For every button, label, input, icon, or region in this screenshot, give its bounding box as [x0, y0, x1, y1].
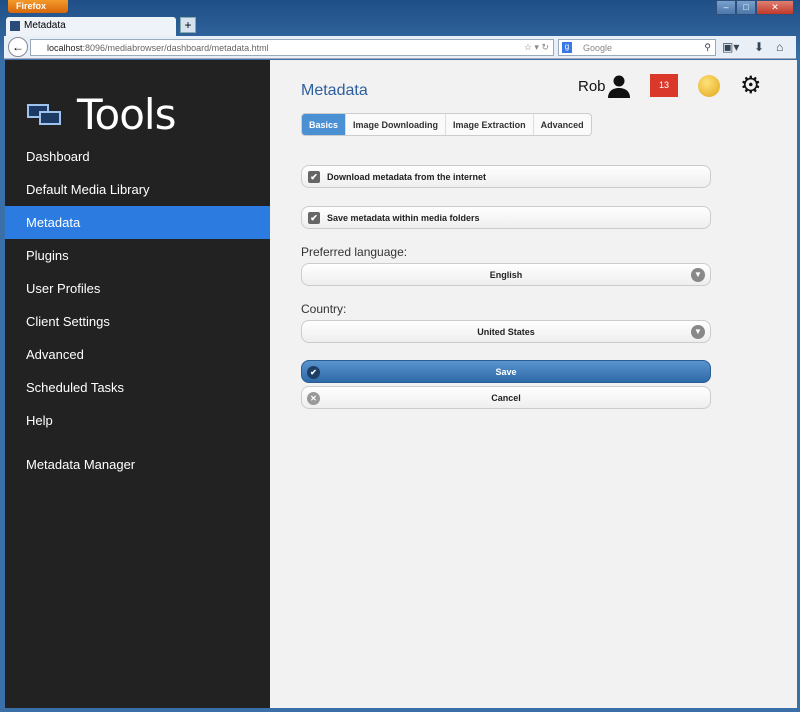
- save-label: Save: [495, 367, 517, 377]
- language-value: English: [489, 270, 523, 280]
- user-name[interactable]: Rob: [578, 78, 606, 95]
- close-button[interactable]: ✕: [756, 0, 794, 15]
- save-button[interactable]: ✔ Save: [301, 360, 711, 383]
- language-label: Preferred language:: [301, 245, 408, 259]
- bookmark-star-icon[interactable]: ☆ ▾ ↻: [524, 42, 549, 53]
- new-tab-button[interactable]: +: [180, 17, 196, 33]
- page: Tools Dashboard Default Media Library Me…: [5, 60, 797, 708]
- tab-basics[interactable]: Basics: [302, 114, 346, 135]
- tab-favicon-icon: [10, 21, 20, 31]
- gear-icon[interactable]: ⚙: [740, 74, 762, 98]
- country-select[interactable]: United States ▼: [301, 320, 711, 343]
- save-metadata-checkbox[interactable]: ✔ Save metadata within media folders: [301, 206, 711, 229]
- sidebar-logo: Tools: [27, 90, 176, 139]
- tab-advanced[interactable]: Advanced: [532, 114, 591, 135]
- navigation-bar: ← localhost:8096/mediabrowser/dashboard/…: [4, 36, 796, 59]
- chevron-down-icon: ▼: [691, 325, 705, 339]
- sidebar-item-default-media-library[interactable]: Default Media Library: [5, 173, 270, 206]
- tab-image-extraction[interactable]: Image Extraction: [445, 114, 533, 135]
- country-value: United States: [477, 327, 535, 337]
- url-host: localhost: [47, 43, 83, 53]
- url-path: :8096/mediabrowser/dashboard/metadata.ht…: [82, 43, 269, 53]
- search-icon[interactable]: ⚲: [704, 42, 711, 53]
- download-icon[interactable]: ⬇: [754, 40, 764, 54]
- sidebar: Tools Dashboard Default Media Library Me…: [5, 60, 270, 708]
- main-content: Metadata Rob 13 ⚙ Basics Image Downloadi…: [270, 60, 797, 708]
- tab-bar: Basics Image Downloading Image Extractio…: [301, 113, 592, 136]
- devices-icon: [27, 103, 61, 126]
- google-icon: g: [562, 42, 572, 53]
- browser-tab[interactable]: Metadata: [6, 17, 176, 36]
- back-button[interactable]: ←: [8, 37, 28, 57]
- tab-title: Metadata: [24, 20, 66, 31]
- minimize-button[interactable]: –: [716, 0, 736, 15]
- sidebar-item-metadata-manager[interactable]: Metadata Manager: [5, 448, 270, 481]
- page-title: Metadata: [301, 82, 368, 99]
- checkmark-icon: ✔: [308, 171, 320, 183]
- sidebar-item-dashboard[interactable]: Dashboard: [5, 140, 270, 173]
- sidebar-item-metadata[interactable]: Metadata: [5, 206, 270, 239]
- sidebar-item-user-profiles[interactable]: User Profiles: [5, 272, 270, 305]
- tab-image-downloading[interactable]: Image Downloading: [345, 114, 445, 135]
- search-input[interactable]: g Google ⚲: [558, 39, 716, 56]
- sidebar-item-advanced[interactable]: Advanced: [5, 338, 270, 371]
- checkmark-icon: ✔: [308, 212, 320, 224]
- home-icon[interactable]: ⌂: [776, 40, 783, 54]
- sidebar-item-client-settings[interactable]: Client Settings: [5, 305, 270, 338]
- country-label: Country:: [301, 302, 347, 316]
- notifications-badge[interactable]: 13: [650, 74, 678, 97]
- sidebar-item-scheduled-tasks[interactable]: Scheduled Tasks: [5, 371, 270, 404]
- firefox-menu-button[interactable]: Firefox: [8, 0, 68, 13]
- bookmarks-icon[interactable]: ▣▾: [722, 40, 739, 54]
- sidebar-item-help[interactable]: Help: [5, 404, 270, 437]
- chevron-down-icon: ▼: [691, 268, 705, 282]
- download-metadata-checkbox[interactable]: ✔ Download metadata from the internet: [301, 165, 711, 188]
- user-icon[interactable]: [607, 74, 631, 98]
- search-placeholder: Google: [583, 43, 613, 53]
- cancel-label: Cancel: [491, 393, 521, 403]
- supporter-coin-icon[interactable]: [698, 75, 720, 97]
- language-select[interactable]: English ▼: [301, 263, 711, 286]
- url-bar[interactable]: localhost:8096/mediabrowser/dashboard/me…: [30, 39, 554, 56]
- cancel-button[interactable]: ✕ Cancel: [301, 386, 711, 409]
- sidebar-title: Tools: [77, 90, 176, 139]
- maximize-button[interactable]: □: [736, 0, 756, 15]
- save-metadata-label: Save metadata within media folders: [327, 213, 480, 223]
- window-controls: – □ ✕: [716, 0, 794, 15]
- sidebar-item-plugins[interactable]: Plugins: [5, 239, 270, 272]
- download-metadata-label: Download metadata from the internet: [327, 172, 487, 182]
